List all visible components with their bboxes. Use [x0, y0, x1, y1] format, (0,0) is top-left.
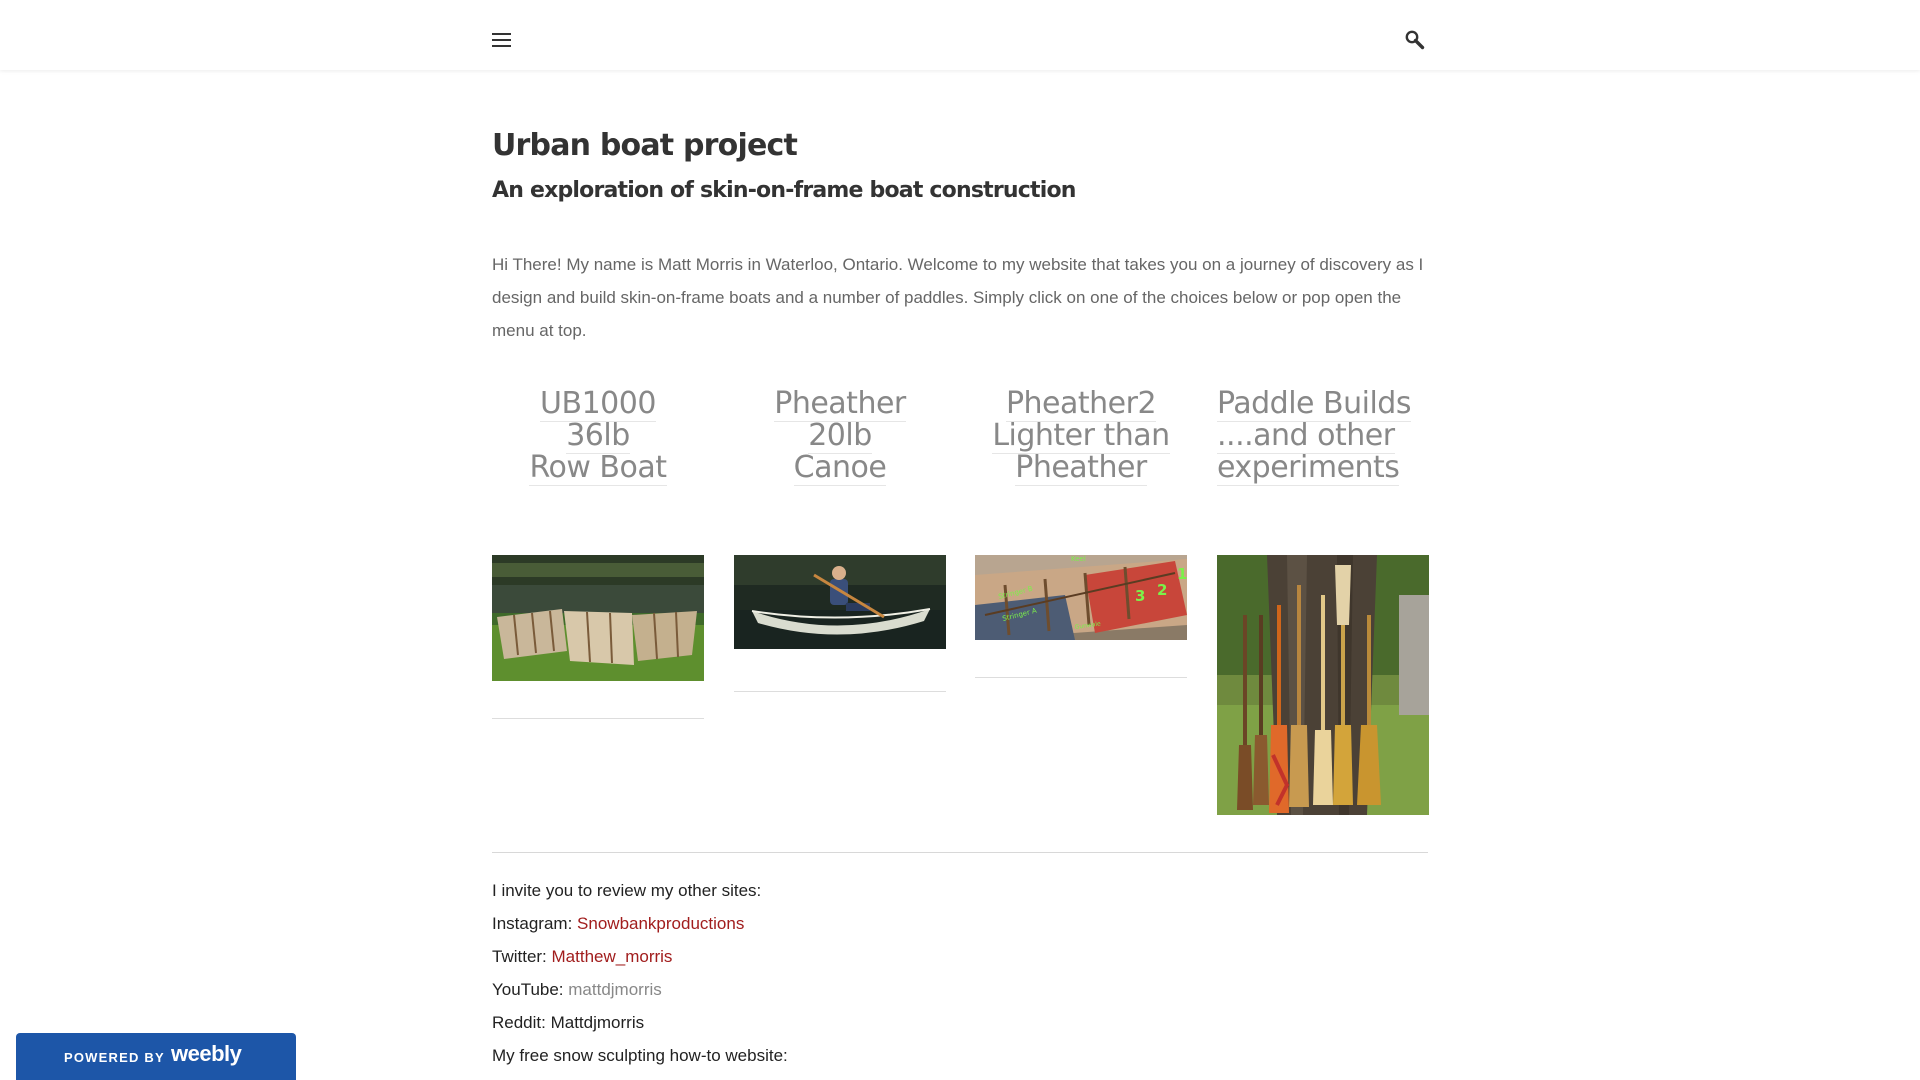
keel-label: Keel	[1071, 555, 1086, 563]
other-sites-intro: I invite you to review my other sites:	[492, 881, 762, 900]
divider	[975, 677, 1187, 678]
project-link[interactable]: Pheather2	[1005, 386, 1157, 422]
project-link[interactable]: Row Boat	[529, 450, 667, 486]
project-title-pheather2: Pheather2 Lighter than Pheather	[975, 386, 1187, 486]
site-subtitle: An exploration of skin-on-frame boat con…	[492, 178, 1076, 203]
site-title: Urban boat project	[492, 128, 798, 163]
project-link[interactable]: experiments	[1217, 450, 1400, 486]
project-image-pheather2[interactable]: Keel Stringer B Stringer A Gunwale 3 2 1	[975, 555, 1187, 640]
project-link[interactable]: ....and other	[1217, 418, 1395, 454]
twitter-label: Twitter:	[492, 947, 552, 966]
twitter-link[interactable]: Matthew_morris	[552, 947, 673, 966]
powered-by-weebly-badge[interactable]: POWERED BY weebly	[16, 1033, 296, 1080]
youtube-line: YouTube: mattdjmorris	[492, 973, 1428, 1006]
hamburger-menu-icon[interactable]	[492, 30, 512, 50]
reddit-line: Reddit: Mattdjmorris	[492, 1013, 645, 1032]
project-image-ub1000[interactable]	[492, 555, 704, 681]
project-link[interactable]: Pheather	[1015, 450, 1147, 486]
project-link[interactable]: 20lb	[808, 418, 872, 454]
powered-by-label: POWERED BY	[64, 1050, 165, 1065]
search-icon[interactable]	[1404, 29, 1426, 51]
project-title-ub1000: UB1000 36lb Row Boat	[492, 386, 704, 486]
divider	[734, 691, 946, 692]
project-link[interactable]: Lighter than	[992, 418, 1170, 454]
project-image-pheather[interactable]	[734, 555, 946, 649]
twitter-line: Twitter: Matthew_morris	[492, 940, 1428, 973]
project-link[interactable]: UB1000	[540, 386, 656, 422]
instagram-label: Instagram:	[492, 914, 578, 933]
frame-number-3: 3	[1135, 587, 1145, 605]
divider	[492, 718, 704, 719]
youtube-link[interactable]: mattdjmorris	[568, 980, 662, 999]
youtube-label: YouTube:	[492, 980, 569, 999]
project-title-pheather: Pheather 20lb Canoe	[734, 386, 946, 486]
instagram-link[interactable]: Snowbankproductions	[577, 914, 744, 933]
weebly-logo: weebly	[171, 1041, 242, 1066]
project-link[interactable]: Canoe	[793, 450, 887, 486]
other-sites: I invite you to review my other sites: I…	[492, 874, 1428, 1072]
project-title-paddles: Paddle Builds ....and other experiments	[1217, 386, 1429, 486]
frame-number-2: 2	[1157, 581, 1167, 599]
project-link[interactable]: 36lb	[566, 418, 630, 454]
section-divider	[492, 852, 1428, 853]
frame-number-1: 1	[1177, 565, 1187, 583]
site-header	[0, 0, 1920, 70]
project-image-paddles[interactable]	[1217, 555, 1429, 815]
instagram-line: Instagram: Snowbankproductions	[492, 907, 1428, 940]
project-link[interactable]: Pheather	[774, 386, 906, 422]
intro-paragraph: Hi There! My name is Matt Morris in Wate…	[492, 255, 1424, 340]
project-link[interactable]: Paddle Builds	[1217, 386, 1411, 422]
snow-sculpting-line: My free snow sculpting how-to website:	[492, 1046, 788, 1065]
